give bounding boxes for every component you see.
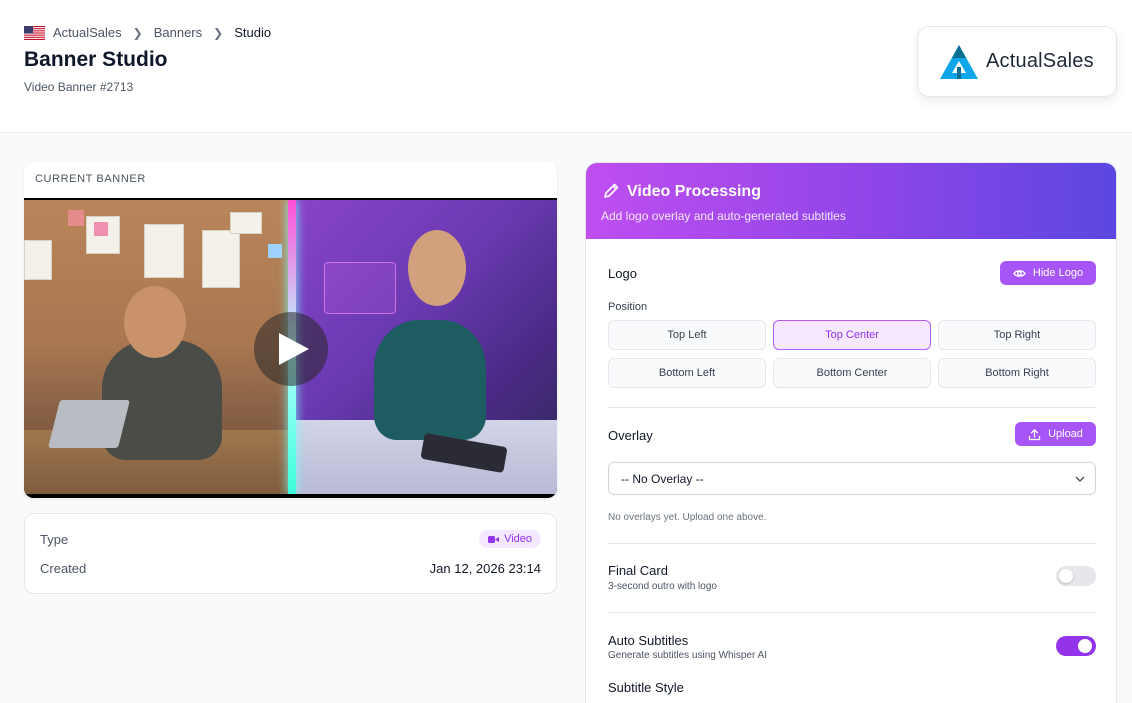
position-bottom-center[interactable]: Bottom Center: [773, 358, 931, 388]
final-card-toggle[interactable]: [1056, 566, 1096, 586]
person-left-head: [124, 286, 186, 358]
video-processing-panel: Video Processing Add logo overlay and au…: [585, 162, 1117, 703]
pencil-icon: [604, 183, 619, 198]
divider: [608, 543, 1096, 544]
video-preview[interactable]: [24, 198, 557, 498]
breadcrumb-current: Studio: [234, 25, 272, 40]
logo-label: Logo: [608, 266, 637, 281]
type-value: Video: [504, 533, 532, 545]
final-card-label: Final Card: [608, 563, 668, 578]
breadcrumb-banners[interactable]: Banners: [154, 25, 202, 40]
auto-subtitles-toggle[interactable]: [1056, 636, 1096, 656]
subtitle-style-label: Subtitle Style: [608, 680, 684, 695]
type-badge: Video: [479, 530, 541, 548]
type-label: Type: [40, 531, 69, 547]
auto-subtitles-label: Auto Subtitles: [608, 633, 689, 648]
wall-poster: [24, 240, 52, 280]
eye-icon: [1013, 269, 1026, 277]
position-top-left[interactable]: Top Left: [608, 320, 766, 350]
hide-logo-button[interactable]: Hide Logo: [1000, 261, 1096, 285]
breadcrumb-root[interactable]: ActualSales: [53, 25, 122, 40]
hide-logo-label: Hide Logo: [1032, 267, 1084, 279]
divider: [608, 407, 1096, 408]
upload-button[interactable]: Upload: [1015, 422, 1096, 446]
chevron-right-icon: ❯: [132, 25, 143, 40]
meta-row-type: Type Video: [40, 530, 541, 548]
sticky-note: [68, 210, 84, 226]
banner-meta-card: Type Video Created Jan 12, 2026 23:14: [24, 513, 557, 594]
panel-title: Video Processing: [627, 183, 761, 200]
overlay-selected-value: -- No Overlay --: [621, 471, 704, 486]
laptop: [48, 400, 130, 448]
position-bottom-left[interactable]: Bottom Left: [608, 358, 766, 388]
divider: [608, 612, 1096, 613]
auto-subtitles-desc: Generate subtitles using Whisper AI: [608, 650, 767, 661]
panel-header: Video Processing Add logo overlay and au…: [586, 163, 1116, 239]
page-header: ActualSales ❯ Banners ❯ Studio Banner St…: [0, 0, 1132, 133]
hologram-panel: [324, 262, 396, 314]
toggle-knob: [1078, 639, 1092, 653]
play-button[interactable]: [254, 312, 328, 386]
breadcrumb: ActualSales ❯ Banners ❯ Studio: [24, 25, 271, 40]
overlay-hint: No overlays yet. Upload one above.: [608, 512, 767, 523]
person-right-body: [374, 320, 486, 440]
wall-poster: [144, 224, 184, 278]
upload-icon: [1028, 428, 1041, 440]
us-flag-icon: [24, 25, 45, 40]
position-top-right[interactable]: Top Right: [938, 320, 1096, 350]
panel-subtitle: Add logo overlay and auto-generated subt…: [601, 209, 846, 223]
brand-name: ActualSales: [986, 50, 1094, 72]
current-banner-card: CURRENT BANNER: [24, 162, 557, 498]
upload-label: Upload: [1048, 428, 1083, 440]
final-card-desc: 3-second outro with logo: [608, 581, 717, 592]
position-bottom-right[interactable]: Bottom Right: [938, 358, 1096, 388]
wall-poster: [202, 230, 240, 288]
position-label: Position: [608, 301, 648, 313]
play-icon: [279, 333, 309, 365]
overlay-label: Overlay: [608, 428, 653, 443]
page-subtitle: Video Banner #2713: [24, 80, 134, 94]
toggle-knob: [1059, 569, 1073, 583]
person-right-head: [408, 230, 466, 306]
video-camera-icon: [488, 535, 500, 543]
brand-logo-icon: [940, 44, 978, 79]
sticky-note: [94, 222, 108, 236]
chevron-right-icon: ❯: [213, 25, 224, 40]
overlay-select[interactable]: -- No Overlay --: [608, 462, 1096, 495]
created-label: Created: [40, 561, 87, 576]
meta-row-created: Created Jan 12, 2026 23:14: [40, 561, 541, 576]
chevron-down-icon: [1075, 476, 1085, 482]
wall-poster: [230, 212, 262, 234]
created-value: Jan 12, 2026 23:14: [429, 561, 541, 576]
page-title: Banner Studio: [24, 48, 168, 71]
current-banner-heading: CURRENT BANNER: [35, 173, 146, 185]
position-top-center[interactable]: Top Center: [773, 320, 931, 350]
brand-logo-card: ActualSales: [917, 26, 1117, 97]
sticky-note: [268, 244, 282, 258]
